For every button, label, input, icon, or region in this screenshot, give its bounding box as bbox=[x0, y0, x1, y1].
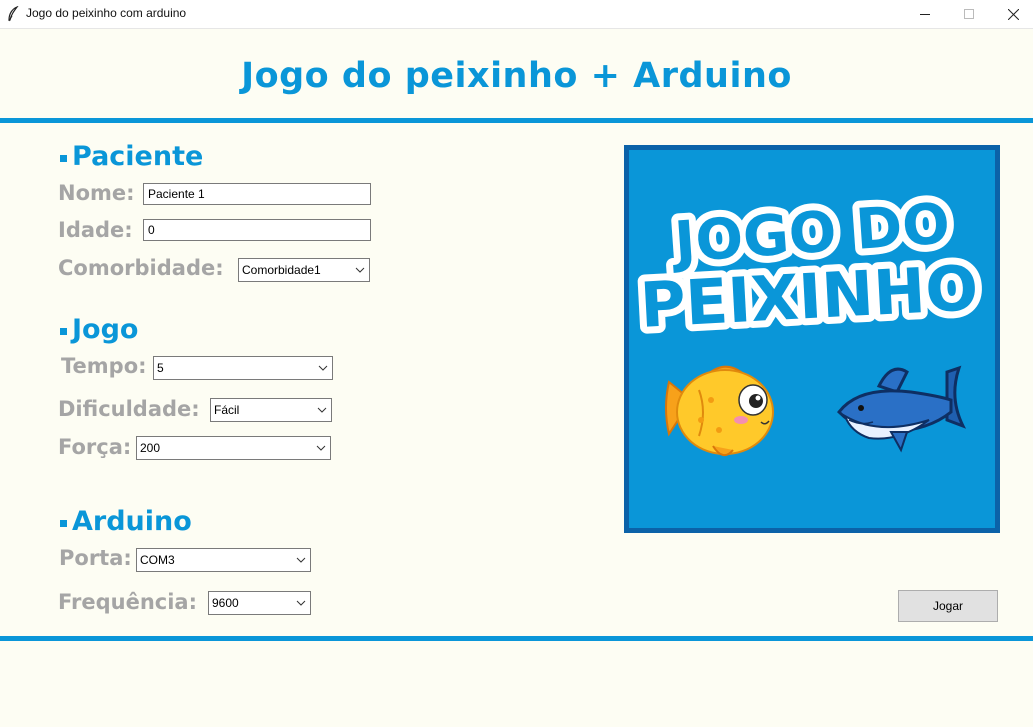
window-title: Jogo do peixinho com arduino bbox=[26, 6, 187, 20]
dificuldade-label: Dificuldade: bbox=[58, 397, 200, 421]
chevron-down-icon bbox=[355, 267, 365, 273]
idade-field[interactable]: 0 bbox=[143, 219, 371, 241]
tempo-select-value: 5 bbox=[157, 361, 164, 375]
nome-field[interactable]: Paciente 1 bbox=[143, 183, 371, 205]
dificuldade-select[interactable]: Fácil bbox=[210, 398, 332, 422]
game-logo-image: JOGO DO JOGO DO PEIXINHO PEIXINHO bbox=[624, 145, 1000, 533]
section-heading-paciente: Paciente bbox=[60, 141, 203, 172]
feather-icon bbox=[8, 6, 19, 22]
bullet-icon bbox=[60, 520, 67, 527]
forca-label: Força: bbox=[58, 435, 132, 459]
close-icon bbox=[1007, 8, 1019, 20]
frequencia-label: Frequência: bbox=[58, 590, 197, 614]
minimize-icon bbox=[920, 14, 930, 15]
maximize-icon bbox=[964, 9, 974, 19]
top-divider bbox=[0, 118, 1033, 123]
comorbidade-select[interactable]: Comorbidade1 bbox=[238, 258, 370, 282]
goldfish-icon bbox=[665, 365, 774, 457]
porta-select-value: COM3 bbox=[140, 553, 175, 567]
window-titlebar: Jogo do peixinho com arduino bbox=[0, 0, 1033, 29]
bullet-icon bbox=[60, 155, 67, 162]
comorbidade-label: Comorbidade: bbox=[58, 256, 224, 280]
close-button[interactable] bbox=[990, 0, 1033, 28]
chevron-down-icon bbox=[317, 407, 327, 413]
play-button[interactable]: Jogar bbox=[898, 590, 998, 622]
section-heading-arduino: Arduino bbox=[60, 506, 192, 537]
frequencia-select[interactable]: 9600 bbox=[208, 591, 311, 615]
comorbidade-select-value: Comorbidade1 bbox=[242, 263, 321, 277]
porta-label: Porta: bbox=[59, 546, 132, 570]
dificuldade-select-value: Fácil bbox=[214, 403, 240, 417]
porta-select[interactable]: COM3 bbox=[136, 548, 311, 572]
page-title: Jogo do peixinho + Arduino bbox=[241, 56, 792, 96]
chevron-down-icon bbox=[318, 365, 328, 371]
forca-select-value: 200 bbox=[140, 441, 161, 455]
section-heading-label: Jogo bbox=[72, 314, 139, 345]
idade-label: Idade: bbox=[58, 218, 133, 242]
bottom-divider bbox=[0, 636, 1033, 641]
section-heading-jogo: Jogo bbox=[60, 314, 138, 345]
forca-select[interactable]: 200 bbox=[136, 436, 331, 460]
chevron-down-icon bbox=[296, 600, 306, 606]
chevron-down-icon bbox=[316, 445, 326, 451]
chevron-down-icon bbox=[296, 557, 306, 563]
maximize-button[interactable] bbox=[946, 0, 992, 28]
nome-label: Nome: bbox=[58, 181, 135, 205]
minimize-button[interactable] bbox=[902, 0, 948, 28]
shark-icon bbox=[837, 365, 967, 453]
tempo-select[interactable]: 5 bbox=[153, 356, 333, 380]
tempo-label: Tempo: bbox=[61, 354, 147, 378]
section-heading-label: Paciente bbox=[72, 141, 204, 172]
bullet-icon bbox=[60, 328, 67, 335]
game-logo-artwork: JOGO DO JOGO DO PEIXINHO PEIXINHO bbox=[631, 184, 987, 457]
section-heading-label: Arduino bbox=[72, 506, 192, 537]
frequencia-select-value: 9600 bbox=[212, 596, 239, 610]
